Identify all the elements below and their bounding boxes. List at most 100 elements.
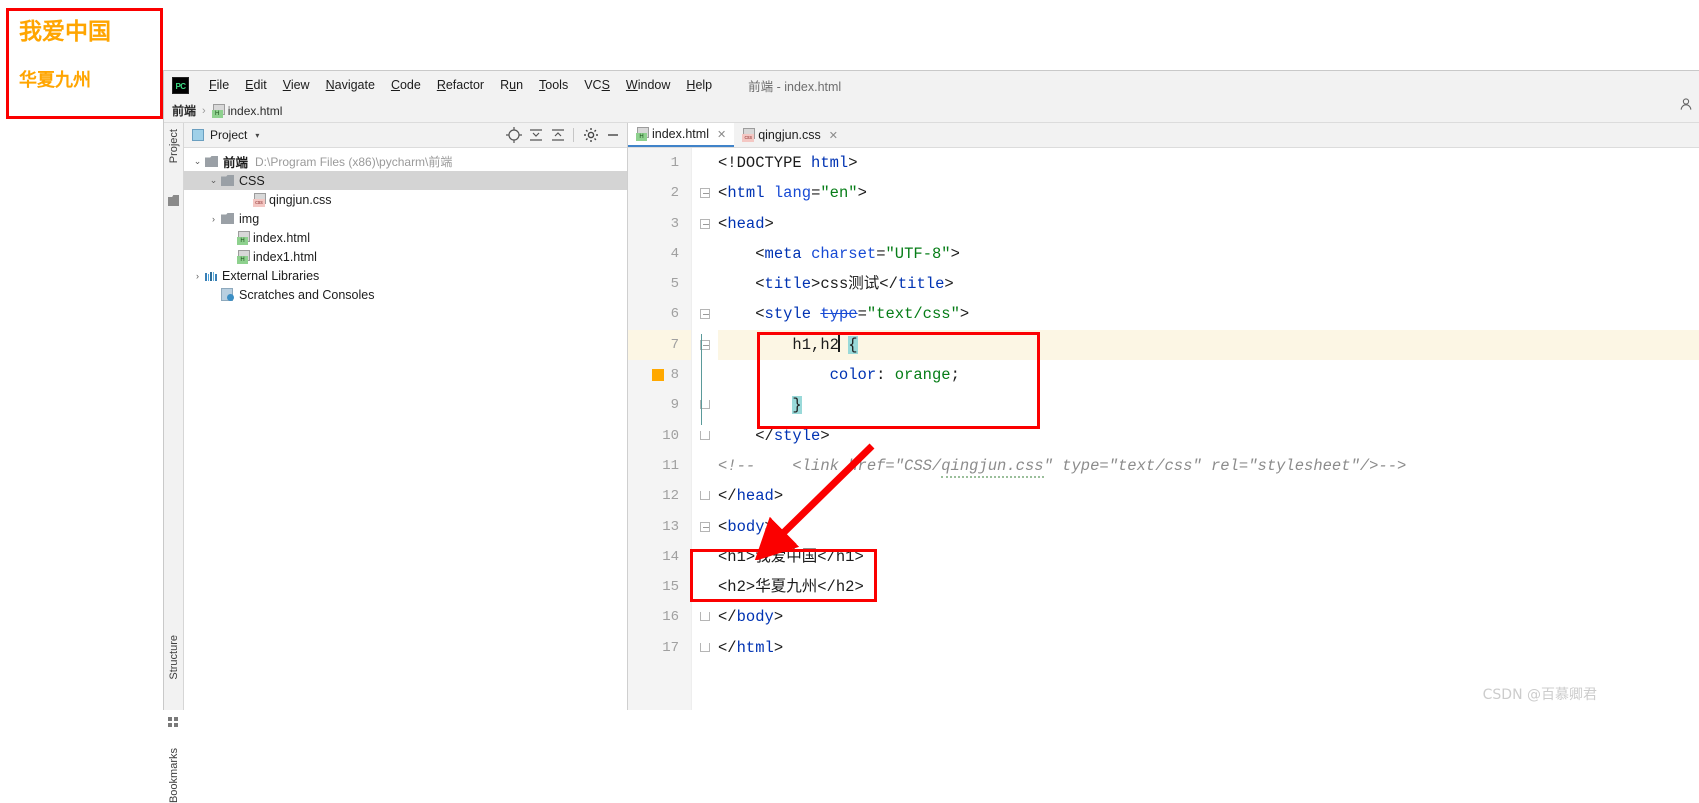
fold-toggle-icon[interactable] xyxy=(700,522,710,532)
breadcrumb-project[interactable]: 前端 xyxy=(172,102,196,119)
code-folding-column[interactable] xyxy=(692,148,718,710)
menu-item-window[interactable]: Window xyxy=(618,76,678,94)
twisty-expanded-icon[interactable]: ⌄ xyxy=(208,175,219,186)
menu-item-navigate[interactable]: Navigate xyxy=(318,76,383,94)
fold-toggle-icon[interactable] xyxy=(700,219,710,229)
tree-item-[interactable]: ⌄ 前端 D:\Program Files (x86)\pycharm\前端 xyxy=(184,152,627,171)
tree-item-qingjun-css[interactable]: qingjun.css xyxy=(184,190,627,209)
fold-cell xyxy=(692,390,718,420)
collapse-all-icon[interactable] xyxy=(548,125,568,145)
code-line[interactable]: <title>css测试</title> xyxy=(718,269,1699,299)
line-number: 12 xyxy=(628,481,691,511)
editor-tab-index-html[interactable]: index.html ✕ xyxy=(628,123,734,147)
menu-label-view: iew xyxy=(291,78,310,92)
fold-cell xyxy=(692,572,718,602)
menu-item-view[interactable]: View xyxy=(275,76,318,94)
menu-item-vcs[interactable]: VCS xyxy=(576,76,618,94)
tool-window-button-project[interactable]: Project xyxy=(168,129,180,163)
menu-item-file[interactable]: File xyxy=(201,76,237,94)
project-tree[interactable]: ⌄ 前端 D:\Program Files (x86)\pycharm\前端 ⌄ CSS… xyxy=(184,148,627,710)
close-icon[interactable]: ✕ xyxy=(717,128,726,141)
tree-item-index-html[interactable]: index.html xyxy=(184,228,627,247)
project-window-icon xyxy=(192,129,204,141)
css-file-icon xyxy=(742,128,754,142)
code-line[interactable]: <meta charset="UTF-8"> xyxy=(718,239,1699,269)
gutter-color-swatch[interactable] xyxy=(652,369,664,381)
menu-item-code[interactable]: Code xyxy=(383,76,429,94)
hide-panel-icon[interactable] xyxy=(603,125,623,145)
fold-cell xyxy=(692,178,718,208)
code-line[interactable]: <style type="text/css"> xyxy=(718,299,1699,329)
menu-item-run[interactable]: Run xyxy=(492,76,531,94)
line-number: 2 xyxy=(628,178,691,208)
line-number: 17 xyxy=(628,633,691,663)
code-line[interactable]: <html lang="en"> xyxy=(718,178,1699,208)
line-number: 5 xyxy=(628,269,691,299)
code-line[interactable]: <h2>华夏九州</h2> xyxy=(718,572,1699,602)
menu-item-help[interactable]: Help xyxy=(678,76,720,94)
tree-item-external-libraries[interactable]: › External Libraries xyxy=(184,266,627,285)
fold-toggle-icon[interactable] xyxy=(700,188,710,198)
css-file-icon xyxy=(253,193,265,207)
code-line[interactable]: h1,h2 { xyxy=(718,330,1699,360)
code-line[interactable]: <!DOCTYPE html> xyxy=(718,148,1699,178)
html-file-icon xyxy=(212,104,224,118)
tree-item-label: qingjun.css xyxy=(269,193,332,207)
annotation-arrow xyxy=(750,440,890,560)
breadcrumb: 前端 › index.html xyxy=(164,99,1699,123)
line-number: 1 xyxy=(628,148,691,178)
twisty-collapsed-icon[interactable]: › xyxy=(192,271,203,281)
tree-item-label: img xyxy=(239,212,259,226)
expand-all-icon[interactable] xyxy=(526,125,546,145)
menu-label-tools: ools xyxy=(545,78,568,92)
code-line[interactable]: </body> xyxy=(718,602,1699,632)
fold-toggle-icon[interactable] xyxy=(700,491,710,500)
tree-item-label: Scratches and Consoles xyxy=(239,288,375,302)
tree-item-img[interactable]: › img xyxy=(184,209,627,228)
twisty-collapsed-icon[interactable]: › xyxy=(208,214,219,224)
code-line[interactable]: color: orange; xyxy=(718,360,1699,390)
fold-cell xyxy=(692,330,718,360)
fold-cell xyxy=(692,148,718,178)
structure-icon xyxy=(168,717,179,728)
preview-h2-text: 华夏九州 xyxy=(19,69,150,93)
menu-item-refactor[interactable]: Refactor xyxy=(429,76,492,94)
watermark-text: CSDN @百慕卿君 xyxy=(1483,684,1597,704)
pycharm-logo-icon: PC xyxy=(172,77,189,94)
header-divider xyxy=(573,128,574,142)
twisty-expanded-icon[interactable]: ⌄ xyxy=(192,156,203,167)
code-editor[interactable]: 1 2 3 4 5 6 7 8 9 10 11 12 13 14 15 16 17 <!DOCTYPE html… xyxy=(628,148,1699,710)
editor-area: index.html✕qingjun.css✕ 1234567891011121… xyxy=(628,123,1699,710)
menu-label-navigate: avigate xyxy=(335,78,375,92)
fold-toggle-icon[interactable] xyxy=(700,612,710,621)
gear-icon[interactable] xyxy=(581,125,601,145)
tree-item-index1-html[interactable]: index1.html xyxy=(184,247,627,266)
tree-item-scratches-and-consoles[interactable]: Scratches and Consoles xyxy=(184,285,627,304)
indent-guide xyxy=(701,334,702,425)
editor-tab-qingjun-css[interactable]: qingjun.css ✕ xyxy=(734,123,846,147)
code-content[interactable]: <!DOCTYPE html> <html lang="en"> <head> <m… xyxy=(718,148,1699,710)
line-number-gutter: 1 2 3 4 5 6 7 8 9 10 11 12 13 14 15 16 17 xyxy=(628,148,692,710)
fold-toggle-icon[interactable] xyxy=(700,643,710,652)
fold-toggle-icon[interactable] xyxy=(700,309,710,319)
scratches-consoles-icon xyxy=(221,288,234,301)
editor-tab-bar: index.html✕qingjun.css✕ xyxy=(628,123,1699,148)
project-folder-icon xyxy=(168,195,179,206)
code-line[interactable]: } xyxy=(718,390,1699,420)
breadcrumb-file[interactable]: index.html xyxy=(228,104,283,118)
code-line[interactable]: </html> xyxy=(718,633,1699,663)
line-number: 16 xyxy=(628,602,691,632)
tool-window-button-bookmarks[interactable]: Bookmarks xyxy=(168,748,180,803)
fold-toggle-icon[interactable] xyxy=(700,431,710,440)
locate-icon[interactable] xyxy=(504,125,524,145)
tool-window-button-structure[interactable]: Structure xyxy=(168,635,180,680)
fold-cell xyxy=(692,451,718,481)
account-icon[interactable] xyxy=(1679,97,1693,111)
menu-item-tools[interactable]: Tools xyxy=(531,76,576,94)
close-icon[interactable]: ✕ xyxy=(829,129,838,142)
fold-cell xyxy=(692,239,718,269)
menu-item-edit[interactable]: Edit xyxy=(237,76,275,94)
chevron-down-icon[interactable]: ▾ xyxy=(255,131,259,140)
tree-item-css[interactable]: ⌄ CSS xyxy=(184,171,627,190)
code-line[interactable]: <head> xyxy=(718,209,1699,239)
